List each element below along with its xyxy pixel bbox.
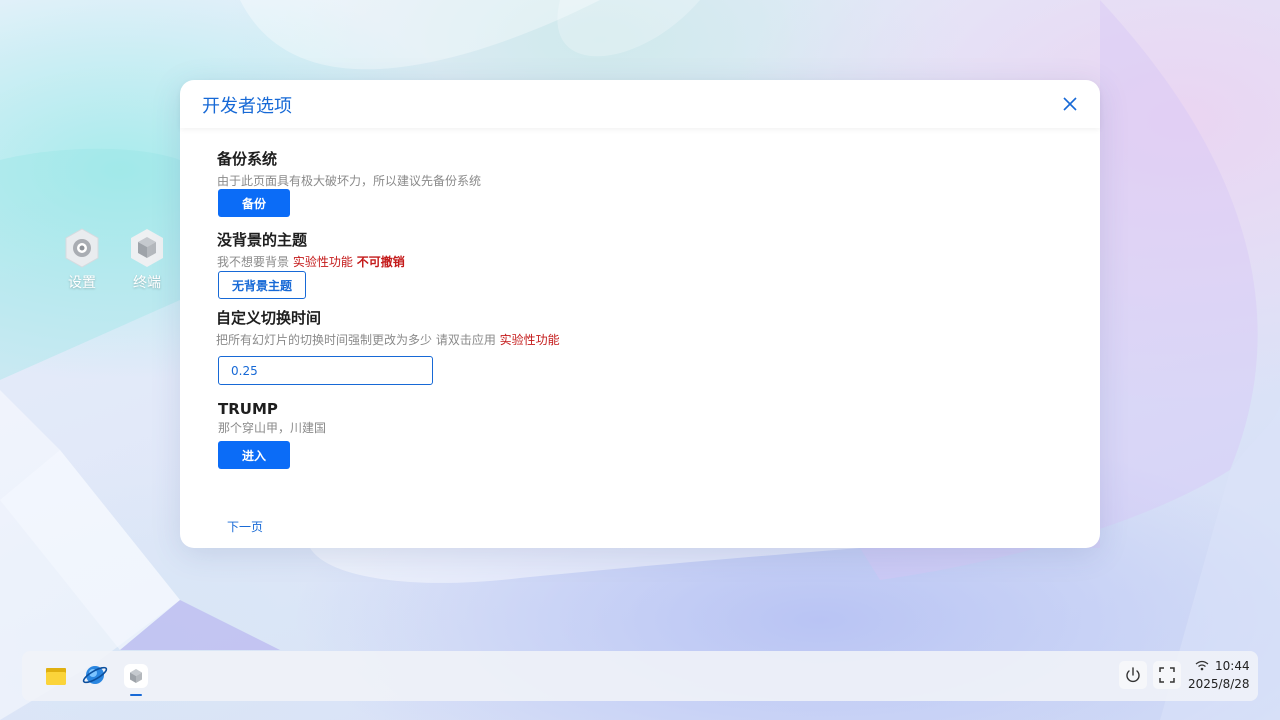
browser-icon [82,666,108,684]
cube-icon [124,664,148,688]
section-description: 把所有幻灯片的切换时间强制更改为多少 请双击应用 实验性功能 [216,331,560,348]
desktop-icon-label: 终端 [133,275,161,291]
section-no-background: 没背景的主题 我不想要背景 实验性功能 不可撤销 [217,229,405,270]
section-title: 备份系统 [217,150,278,168]
desktop-icon-terminal[interactable]: 终端 [117,228,177,292]
next-page-link[interactable]: 下一页 [227,518,263,535]
folder-icon [46,668,66,685]
clock-time: 10:44 [1215,659,1250,673]
fullscreen-icon [1159,667,1175,683]
no-background-theme-button[interactable]: 无背景主题 [218,271,306,299]
experimental-tag: 实验性功能 [499,333,560,347]
taskbar-app-terminal[interactable] [121,661,151,691]
switch-time-input[interactable] [218,356,433,385]
section-title: 没背景的主题 [217,231,308,249]
desktop-icon-settings[interactable]: 设置 [52,228,112,292]
dialog-title: 开发者选项 [202,96,292,117]
irreversible-tag: 不可撤销 [356,255,405,269]
section-switch-time: 自定义切换时间 把所有幻灯片的切换时间强制更改为多少 请双击应用 实验性功能 [216,307,560,348]
enter-button[interactable]: 进入 [218,441,290,469]
power-button[interactable] [1119,661,1147,689]
cube-icon [131,229,163,267]
dialog-header: 开发者选项 [180,80,1100,128]
section-title: TRUMP [218,400,278,418]
close-icon [1063,97,1077,111]
gear-icon [65,228,99,268]
section-title: 自定义切换时间 [216,309,322,327]
wifi-icon [1195,660,1209,671]
power-icon [1126,667,1140,683]
section-description: 我不想要背景 实验性功能 不可撤销 [217,253,405,270]
taskbar-app-files[interactable] [41,661,71,691]
desktop-icon-label: 设置 [68,275,96,291]
clock-date: 2025/8/28 [1188,677,1250,691]
active-app-indicator [130,694,142,696]
experimental-tag: 实验性功能 [292,255,353,269]
taskbar-app-browser[interactable] [80,661,110,691]
section-trump: TRUMP 那个穿山甲，川建国 [218,400,326,436]
developer-options-dialog: 开发者选项 备份系统 由于此页面具有极大破坏力，所以建议先备份系统 备份 没背景… [180,80,1100,548]
section-description: 由于此页面具有极大破坏力，所以建议先备份系统 [217,174,482,188]
backup-button[interactable]: 备份 [218,189,290,217]
section-backup: 备份系统 由于此页面具有极大破坏力，所以建议先备份系统 [217,148,481,189]
taskbar: 10:44 2025/8/28 [22,651,1258,701]
description-text: 我不想要背景 [217,255,290,269]
section-description: 那个穿山甲，川建国 [218,421,327,435]
close-button[interactable] [1058,92,1082,116]
description-text: 把所有幻灯片的切换时间强制更改为多少 请双击应用 [216,333,496,347]
fullscreen-button[interactable] [1153,661,1181,689]
